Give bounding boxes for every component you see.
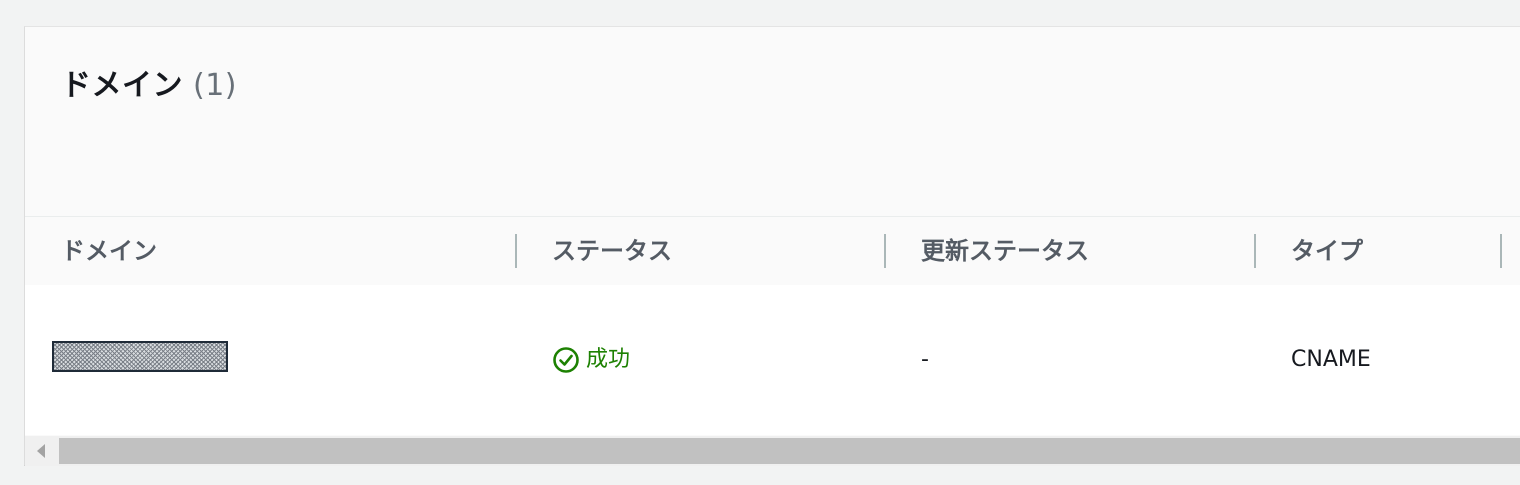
scroll-left-arrow-icon[interactable]: [37, 444, 45, 458]
domain-count: (1): [193, 68, 237, 103]
redacted-domain-name[interactable]: [52, 341, 228, 372]
column-header-status[interactable]: ステータス: [552, 217, 672, 285]
horizontal-scrollbar[interactable]: [25, 436, 1520, 466]
panel-title-text: ドメイン: [61, 68, 183, 103]
status-cell: 成功: [552, 285, 630, 435]
scrollbar-thumb[interactable]: [59, 438, 1520, 464]
type-cell: CNAME: [1291, 347, 1371, 372]
column-header-type[interactable]: タイプ: [1291, 217, 1363, 285]
domains-panel: ドメイン (1) ドメイン ステータス 更新ステータス タイプ 成功 - CNAM…: [24, 26, 1520, 466]
panel-title: ドメイン (1): [61, 60, 237, 104]
table-row: 成功 - CNAME: [25, 285, 1520, 435]
table-header: ドメイン ステータス 更新ステータス タイプ: [25, 216, 1520, 286]
status-text: 成功: [586, 347, 631, 372]
column-resizer[interactable]: [515, 234, 517, 268]
column-resizer[interactable]: [1254, 234, 1256, 268]
column-header-domain[interactable]: ドメイン: [61, 217, 157, 285]
column-resizer[interactable]: [1500, 234, 1502, 268]
column-resizer[interactable]: [884, 234, 886, 268]
update-status-cell: -: [921, 347, 929, 372]
check-circle-icon: [553, 347, 579, 373]
column-header-update-status[interactable]: 更新ステータス: [921, 217, 1089, 285]
